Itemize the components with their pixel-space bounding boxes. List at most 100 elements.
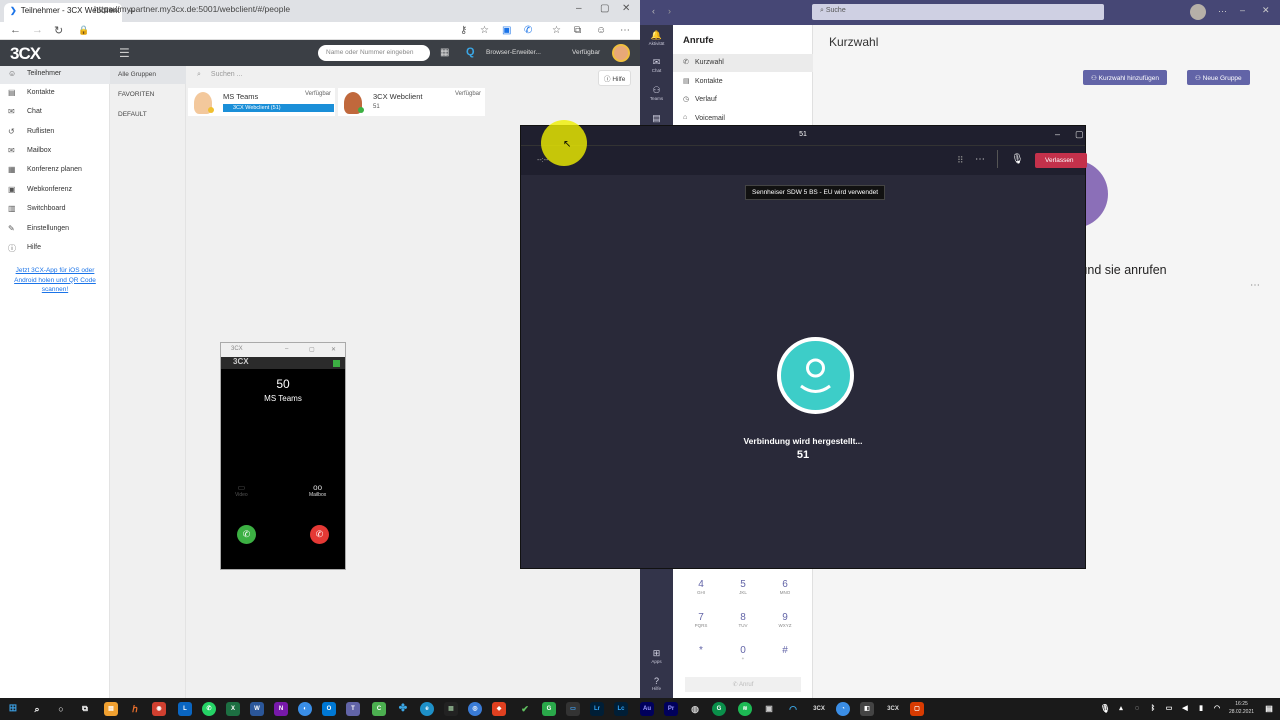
wifi-icon[interactable]: ◠ — [1210, 702, 1224, 716]
3cx-extension-icon[interactable]: ▣ — [502, 25, 511, 36]
app-icon[interactable]: ▦ — [444, 702, 458, 716]
app-icon[interactable]: ✤ — [396, 702, 410, 716]
forward-icon[interactable]: → — [32, 24, 43, 36]
maximize-icon[interactable]: ▢ — [1075, 129, 1084, 140]
excel-icon[interactable]: X — [226, 702, 240, 716]
sidebar-item-einstellungen[interactable]: ✎ Einstellungen — [0, 221, 110, 239]
dialpad-key[interactable]: 6 MNO — [770, 579, 800, 595]
lightroom-icon[interactable]: Lr — [590, 702, 604, 716]
app-download-link[interactable]: Jetzt 3CX-App für iOS oder Android holen… — [10, 266, 100, 295]
premiere-icon[interactable]: Pr — [664, 702, 678, 716]
calls-item-kontakte[interactable]: ▤ Kontakte — [673, 73, 813, 91]
app-icon[interactable]: ◐ — [298, 702, 312, 716]
close-window-icon[interactable]: ✕ — [622, 3, 630, 14]
sidebar-item-switchboard[interactable]: ▥ Switchboard — [0, 201, 110, 219]
close-icon[interactable]: ✕ — [331, 346, 336, 353]
close-window-icon[interactable]: ✕ — [1262, 5, 1270, 16]
notifications-icon[interactable]: ▤ — [1262, 702, 1276, 716]
app-icon[interactable]: L — [178, 702, 192, 716]
rail-item-aktivität[interactable]: 🔔 Aktivität — [640, 30, 673, 46]
volume-icon[interactable]: ◀ — [1178, 702, 1192, 716]
collections-icon[interactable]: ⧉ — [574, 25, 581, 36]
group-item[interactable]: DEFAULT — [110, 106, 186, 124]
whatsapp-icon[interactable]: ✆ — [202, 702, 216, 716]
sidebar-item-konferenz-planen[interactable]: ▦ Konferenz planen — [0, 162, 110, 180]
favorite-icon[interactable]: ☆ — [552, 25, 561, 36]
more-icon[interactable]: ⋯ — [1250, 280, 1260, 291]
help-button[interactable]: ⓘ Hilfe — [598, 70, 632, 86]
minimize-icon[interactable]: – — [1055, 129, 1060, 139]
key-icon[interactable]: ⚷ — [460, 25, 467, 36]
app-icon[interactable]: ◍ — [688, 702, 702, 716]
app-icon[interactable]: ◉ — [152, 702, 166, 716]
word-icon[interactable]: W — [250, 702, 264, 716]
spotify-icon[interactable]: ≋ — [738, 702, 752, 716]
app-icon[interactable]: ▢ — [910, 702, 924, 716]
wifi-icon[interactable]: ◠ — [786, 702, 800, 716]
dialpad-icon[interactable]: ⠿ — [957, 155, 964, 166]
rail-item-calendar[interactable]: ▤ — [640, 113, 673, 124]
more-actions-icon[interactable]: ⋯ — [975, 154, 985, 165]
new-group-button[interactable]: ⚇ Neue Gruppe — [1187, 70, 1250, 85]
tray-icon[interactable]: ▴ — [1114, 702, 1128, 716]
dialpad-call-button[interactable]: ✆ Anruf — [685, 677, 801, 692]
browser-extension-dropdown[interactable]: Browser-Erweiter... — [486, 49, 541, 56]
windows-start-icon[interactable]: ⊞ — [6, 702, 20, 716]
task-view-icon[interactable]: ⧉ — [78, 702, 92, 716]
minimize-icon[interactable]: – — [285, 346, 288, 352]
person-card[interactable]: MS Teams Verfügbar 3CX Webclient (51) — [188, 88, 335, 116]
explorer-icon[interactable]: ▤ — [104, 702, 118, 716]
calls-item-verlauf[interactable]: ◷ Verlauf — [673, 91, 813, 109]
tray-icon[interactable]: ◌ — [1130, 702, 1144, 716]
dialpad-key[interactable]: # — [770, 645, 800, 656]
maximize-icon[interactable]: ▢ — [309, 346, 315, 353]
add-speed-dial-button[interactable]: ⚇ Kurzwahl hinzufügen — [1083, 70, 1167, 85]
app-icon[interactable]: C — [372, 702, 386, 716]
profile-icon[interactable]: ☺ — [596, 25, 606, 36]
url-text[interactable]: https://mypartner.my3cx.de:5001/webclien… — [94, 4, 290, 14]
q-icon[interactable]: Q — [466, 46, 475, 58]
lightroom-classic-icon[interactable]: Lc — [614, 702, 628, 716]
teams-search-input[interactable]: ⌕ Suche — [812, 4, 1104, 20]
dialpad-key[interactable]: 4 GHI — [686, 579, 716, 595]
app-icon[interactable]: ◧ — [860, 702, 874, 716]
app-icon[interactable]: G — [542, 702, 556, 716]
bluetooth-icon[interactable]: ᛒ — [1146, 702, 1160, 716]
phone-extension-icon[interactable]: ✆ — [524, 25, 532, 36]
network-icon[interactable]: ▭ — [1162, 702, 1176, 716]
back-icon[interactable]: ‹ — [652, 6, 655, 16]
minimize-icon[interactable]: – — [576, 3, 582, 14]
microphone-icon[interactable]: 🎙 — [1098, 702, 1112, 716]
dialpad-key[interactable]: 9 WXYZ — [770, 612, 800, 628]
people-search-input[interactable]: ⌕ Suchen ... — [197, 71, 242, 79]
person-card[interactable]: 3CX Webclient Verfügbar 51 — [338, 88, 485, 116]
rail-item-chat[interactable]: ✉ Chat — [640, 57, 673, 73]
menu-icon[interactable]: ☰ — [119, 46, 130, 60]
app-icon[interactable]: ℎ — [128, 702, 142, 716]
app-icon[interactable]: ▣ — [762, 702, 776, 716]
onenote-icon[interactable]: N — [274, 702, 288, 716]
3cx-window-icon[interactable]: 3CX — [886, 702, 900, 716]
back-icon[interactable]: ← — [10, 24, 21, 36]
3cx-taskbar-icon[interactable]: 3CX — [812, 702, 826, 716]
more-icon[interactable]: ⋯ — [620, 25, 630, 36]
microphone-icon[interactable]: 🎙 — [1011, 154, 1024, 165]
minimize-icon[interactable]: – — [1240, 5, 1245, 15]
dialpad-key[interactable]: 5 JKL — [728, 579, 758, 595]
star-add-icon[interactable]: ☆ — [480, 25, 489, 36]
clock[interactable]: 16:25 28.02.2021 — [1229, 700, 1254, 716]
rail-item-apps[interactable]: ⊞ Apps — [640, 648, 673, 664]
dial-search-input[interactable]: Name oder Nummer eingeben — [318, 45, 430, 61]
sidebar-item-ruflisten[interactable]: ↺ Ruflisten — [0, 124, 110, 142]
search-icon[interactable]: ⌕ — [30, 702, 44, 716]
battery-icon[interactable]: ▮ — [1194, 702, 1208, 716]
dialpad-key[interactable]: 0 + — [728, 645, 758, 661]
sidebar-item-hilfe[interactable]: ⓘ Hilfe — [0, 240, 110, 258]
chrome-icon[interactable]: ◎ — [468, 702, 482, 716]
sidebar-item-webkonferenz[interactable]: ▣ Webkonferenz — [0, 182, 110, 200]
maximize-icon[interactable]: ▢ — [600, 3, 609, 14]
avatar[interactable] — [1190, 4, 1206, 20]
app-icon[interactable]: ◆ — [492, 702, 506, 716]
dialpad-key[interactable]: 7 PQRS — [686, 612, 716, 628]
sidebar-item-kontakte[interactable]: ▤ Kontakte — [0, 85, 110, 103]
